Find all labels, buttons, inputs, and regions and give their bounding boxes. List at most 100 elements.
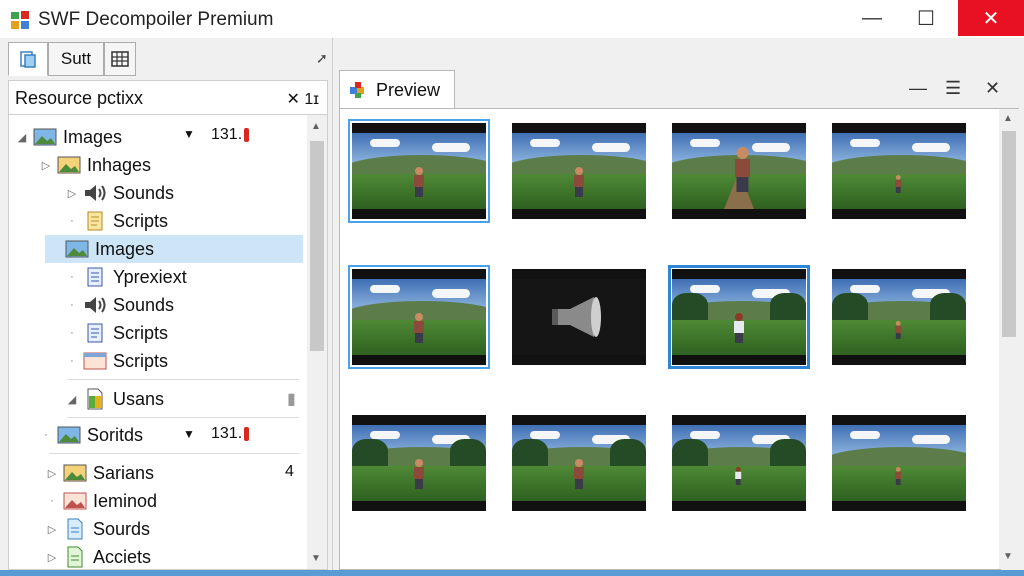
- tree-label: Sounds: [113, 294, 175, 315]
- tree-row-sourds[interactable]: ▷ Sourds: [45, 515, 295, 543]
- tree-row-sounds-2[interactable]: · Sounds: [65, 291, 295, 319]
- close-panel-icon[interactable]: ✕: [985, 78, 1000, 99]
- tree-branch: ·: [70, 299, 74, 311]
- scroll-up-icon[interactable]: ▲: [311, 121, 321, 132]
- preview-thumbnail[interactable]: [832, 123, 966, 219]
- tree-row-text[interactable]: · Yprexiext: [65, 263, 295, 291]
- tree-label: Inhages: [87, 154, 152, 175]
- thumbnail-image: [512, 425, 646, 501]
- tree-divider: [49, 453, 299, 454]
- tree-count: 131.: [211, 425, 250, 443]
- scroll-down-icon[interactable]: ▼: [1003, 551, 1013, 562]
- clipboard-icon: [20, 51, 36, 68]
- scroll-down-icon[interactable]: ▼: [311, 553, 321, 564]
- speaker-icon: [83, 295, 107, 315]
- preview-thumbnail[interactable]: [512, 269, 646, 365]
- minimize-panel-icon[interactable]: —: [909, 78, 927, 99]
- preview-thumbnail[interactable]: [672, 415, 806, 511]
- title-bar: SWF Decompoiler Premium — ☐ ✕: [0, 0, 1024, 38]
- thumbnail-image: [352, 279, 486, 355]
- document-icon: [63, 546, 87, 568]
- image-icon: [57, 425, 81, 445]
- chevron-down-icon[interactable]: ▼: [183, 427, 195, 441]
- scrollbar-thumb[interactable]: [310, 141, 324, 351]
- tree-scrollbar[interactable]: ▲ ▼: [307, 115, 327, 569]
- thumbnail-image: [672, 133, 806, 209]
- tree-row-scripts-3[interactable]: · Scripts: [65, 347, 295, 375]
- resource-header: Resource pctixx ✕ 1ɪ: [8, 80, 328, 115]
- tree-label: Yprexiext: [113, 266, 187, 287]
- tree-row-usans[interactable]: ◢ Usans ▮: [65, 385, 301, 413]
- tree-row-inhages[interactable]: ▷ Inhages: [39, 151, 299, 179]
- tree-label: Sounds: [113, 182, 175, 203]
- taskbar: [0, 570, 1024, 576]
- document-icon: [83, 388, 107, 410]
- close-button[interactable]: ✕: [958, 0, 1024, 36]
- tree-label: Scripts: [113, 350, 169, 371]
- expand-arrow-icon[interactable]: ▷: [45, 551, 59, 564]
- resource-panel: Sutt ➚ Resource pctixx ✕ 1ɪ ◢ Images ▼ 1…: [0, 38, 333, 570]
- tree-row-scripts-2[interactable]: · Scripts: [65, 319, 295, 347]
- tree-row-sarians[interactable]: ▷ Sarians 4: [45, 459, 305, 487]
- expand-arrow-icon[interactable]: ▷: [65, 187, 79, 200]
- tree-row-acciets[interactable]: ▷ Acciets: [45, 543, 295, 569]
- tab-sutt[interactable]: Sutt: [48, 42, 104, 76]
- preview-thumbnail[interactable]: [348, 265, 490, 369]
- resource-tree[interactable]: ◢ Images ▼ 131. ▷ Inhages ▷ Sounds · Scr…: [8, 114, 328, 570]
- tab-preview[interactable]: Preview: [339, 70, 455, 109]
- preview-scrollbar[interactable]: ▲ ▼: [999, 108, 1019, 569]
- image-icon: [63, 491, 87, 511]
- thumbnail-image: [512, 133, 646, 209]
- thumbnail-image: [832, 133, 966, 209]
- collapse-arrow-icon[interactable]: ◢: [65, 393, 79, 406]
- expand-arrow-icon[interactable]: ▷: [45, 467, 59, 480]
- preview-thumbnail[interactable]: [832, 269, 966, 365]
- tab-grid[interactable]: [104, 42, 136, 76]
- app-logo-icon: [11, 11, 29, 29]
- tree-row-soritds[interactable]: · Soritds ▼ 131.: [39, 421, 305, 449]
- image-icon: [63, 463, 87, 483]
- preview-thumbnail[interactable]: [512, 123, 646, 219]
- preview-thumbnail[interactable]: [672, 123, 806, 219]
- maximize-button[interactable]: ☐: [900, 0, 952, 36]
- minimize-button[interactable]: —: [846, 0, 898, 36]
- tree-label: Scripts: [113, 210, 169, 231]
- tree-branch: ·: [70, 327, 74, 339]
- tree-row-scripts[interactable]: · Scripts: [65, 207, 295, 235]
- resource-count[interactable]: ✕ 1ɪ: [287, 89, 319, 109]
- frame-icon: [83, 351, 107, 371]
- preview-thumbnail[interactable]: [512, 415, 646, 511]
- tree-branch: ·: [70, 355, 74, 367]
- expand-arrow-icon[interactable]: ▷: [39, 159, 53, 172]
- tree-label: Scripts: [113, 322, 169, 343]
- tree-branch: ·: [44, 429, 48, 441]
- preview-thumbnail[interactable]: [348, 119, 490, 223]
- list-view-icon[interactable]: ☰: [945, 78, 961, 99]
- scroll-up-icon[interactable]: ▲: [1003, 113, 1013, 124]
- tree-label: Usans: [113, 388, 165, 409]
- chevron-down-icon[interactable]: ▼: [183, 127, 195, 141]
- image-icon: [65, 239, 89, 259]
- thumbnail-image: [672, 279, 806, 355]
- thumbnail-image: [512, 279, 646, 355]
- expand-arrow-icon[interactable]: ▷: [45, 523, 59, 536]
- tab-resources[interactable]: [8, 42, 48, 76]
- puzzle-icon: [350, 82, 364, 98]
- tree-row-sounds[interactable]: ▷ Sounds: [65, 179, 295, 207]
- script-icon: [83, 323, 107, 343]
- image-icon: [57, 155, 81, 175]
- tree-row-ieminod[interactable]: · Ieminod: [45, 487, 295, 515]
- tree-row-images-selected[interactable]: Images: [45, 235, 303, 263]
- collapse-arrow-icon[interactable]: ◢: [15, 131, 29, 144]
- tree-count: 131.: [211, 126, 250, 144]
- preview-thumbnail[interactable]: [352, 415, 486, 511]
- tree-divider: [67, 417, 299, 418]
- scrollbar-thumb[interactable]: [1002, 131, 1016, 337]
- document-icon: [63, 518, 87, 540]
- preview-thumbnail[interactable]: [668, 265, 810, 369]
- preview-thumbnail[interactable]: [832, 415, 966, 511]
- thumbnail-image: [352, 425, 486, 501]
- pin-icon[interactable]: ➚: [316, 50, 328, 67]
- tree-row-images-root[interactable]: ◢ Images ▼ 131.: [15, 123, 305, 151]
- tree-label: Sarians: [93, 462, 155, 483]
